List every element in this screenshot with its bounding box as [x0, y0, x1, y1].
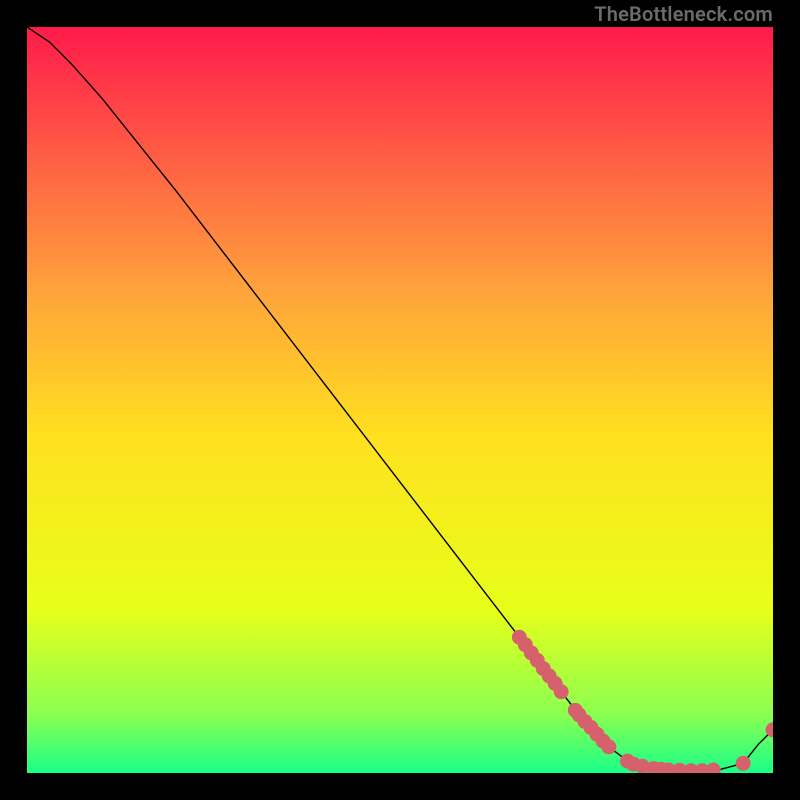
- data-marker: [601, 739, 616, 754]
- data-marker: [736, 756, 751, 771]
- gradient-background: [27, 27, 773, 773]
- chart-svg: [27, 27, 773, 773]
- watermark-text: TheBottleneck.com: [594, 4, 773, 24]
- chart-stage: TheBottleneck.com: [0, 0, 800, 800]
- plot-area: [27, 27, 773, 773]
- data-marker: [554, 684, 569, 699]
